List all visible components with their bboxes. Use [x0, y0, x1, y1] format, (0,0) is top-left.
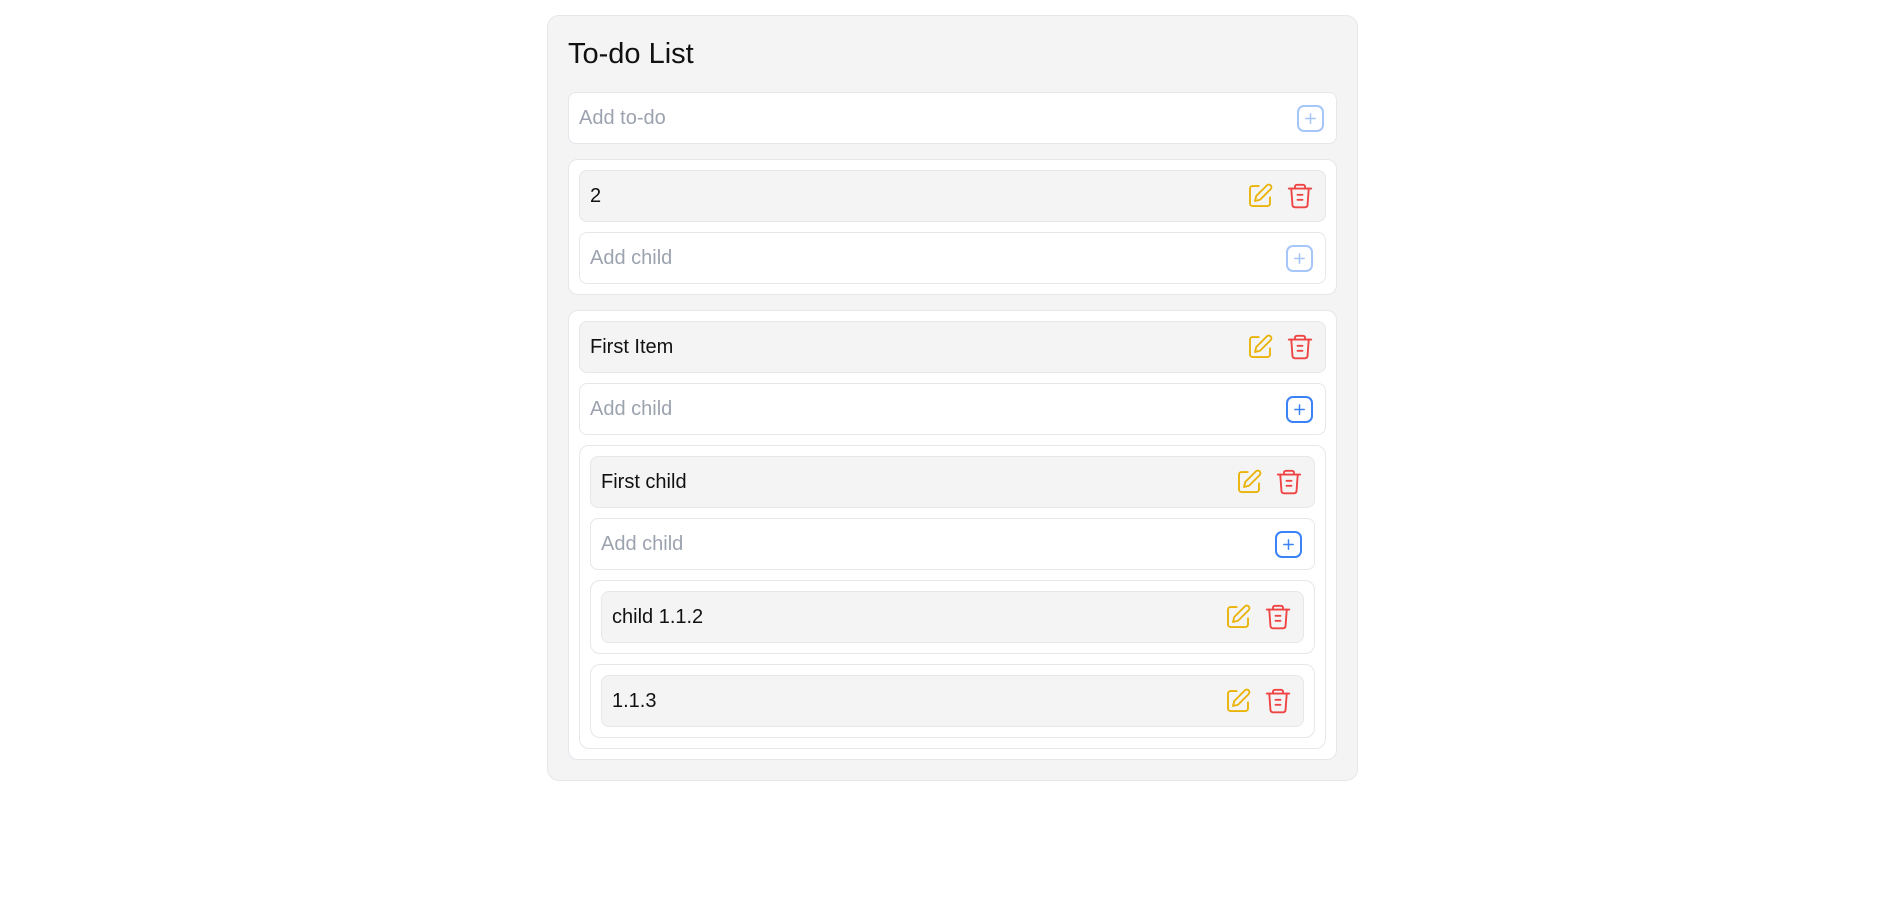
add-child-button[interactable] [1286, 395, 1313, 423]
delete-button[interactable] [1274, 467, 1304, 497]
edit-icon [1227, 688, 1251, 712]
trash-icon [1265, 604, 1291, 630]
edit-icon [1249, 183, 1273, 207]
edit-button[interactable] [1223, 602, 1253, 632]
add-child-input[interactable] [601, 532, 1275, 556]
delete-button[interactable] [1285, 332, 1315, 362]
delete-button[interactable] [1263, 602, 1293, 632]
add-child-input[interactable] [590, 397, 1286, 421]
trash-icon [1287, 334, 1313, 360]
delete-button[interactable] [1263, 686, 1293, 716]
trash-icon [1265, 688, 1291, 714]
grandchild-group: 1.1.3 [590, 664, 1315, 738]
child-item: First child [590, 456, 1315, 508]
delete-button[interactable] [1285, 181, 1315, 211]
add-todo-row [568, 92, 1337, 144]
grandchild-item: child 1.1.2 [601, 591, 1304, 643]
item-actions [1245, 332, 1315, 362]
child-group: First child child 1 [579, 445, 1326, 749]
plus-icon [1305, 112, 1316, 124]
add-child-button[interactable] [1286, 244, 1313, 272]
plus-icon [1294, 252, 1305, 264]
trash-icon [1276, 469, 1302, 495]
todo-item-text: 2 [590, 184, 602, 207]
todo-group: First Item First child [568, 310, 1337, 760]
edit-button[interactable] [1245, 332, 1275, 362]
item-actions [1234, 467, 1304, 497]
add-child-input[interactable] [590, 246, 1286, 270]
todo-card: To-do List 2 Fi [547, 15, 1358, 781]
child-item-text: First child [601, 470, 687, 493]
plus-icon [1283, 538, 1294, 550]
todo-item: 2 [579, 170, 1326, 222]
grandchild-group: child 1.1.2 [590, 580, 1315, 654]
grandchild-item: 1.1.3 [601, 675, 1304, 727]
item-actions [1245, 181, 1315, 211]
edit-button[interactable] [1234, 467, 1264, 497]
edit-button[interactable] [1245, 181, 1275, 211]
todo-group: 2 [568, 159, 1337, 295]
plus-icon [1294, 403, 1305, 415]
add-todo-button[interactable] [1297, 104, 1324, 132]
grandchild-item-text: 1.1.3 [612, 689, 657, 712]
todo-item: First Item [579, 321, 1326, 373]
add-todo-input[interactable] [579, 106, 1297, 130]
item-actions [1223, 602, 1293, 632]
item-actions [1223, 686, 1293, 716]
grandchild-item-text: child 1.1.2 [612, 605, 704, 628]
add-child-row [579, 383, 1326, 435]
add-child-button[interactable] [1275, 530, 1302, 558]
edit-icon [1227, 604, 1251, 628]
page-title: To-do List [568, 38, 694, 70]
add-child-row [579, 232, 1326, 284]
add-child-row [590, 518, 1315, 570]
edit-button[interactable] [1223, 686, 1253, 716]
todo-item-text: First Item [590, 335, 674, 358]
trash-icon [1287, 183, 1313, 209]
edit-icon [1238, 469, 1262, 493]
edit-icon [1249, 334, 1273, 358]
